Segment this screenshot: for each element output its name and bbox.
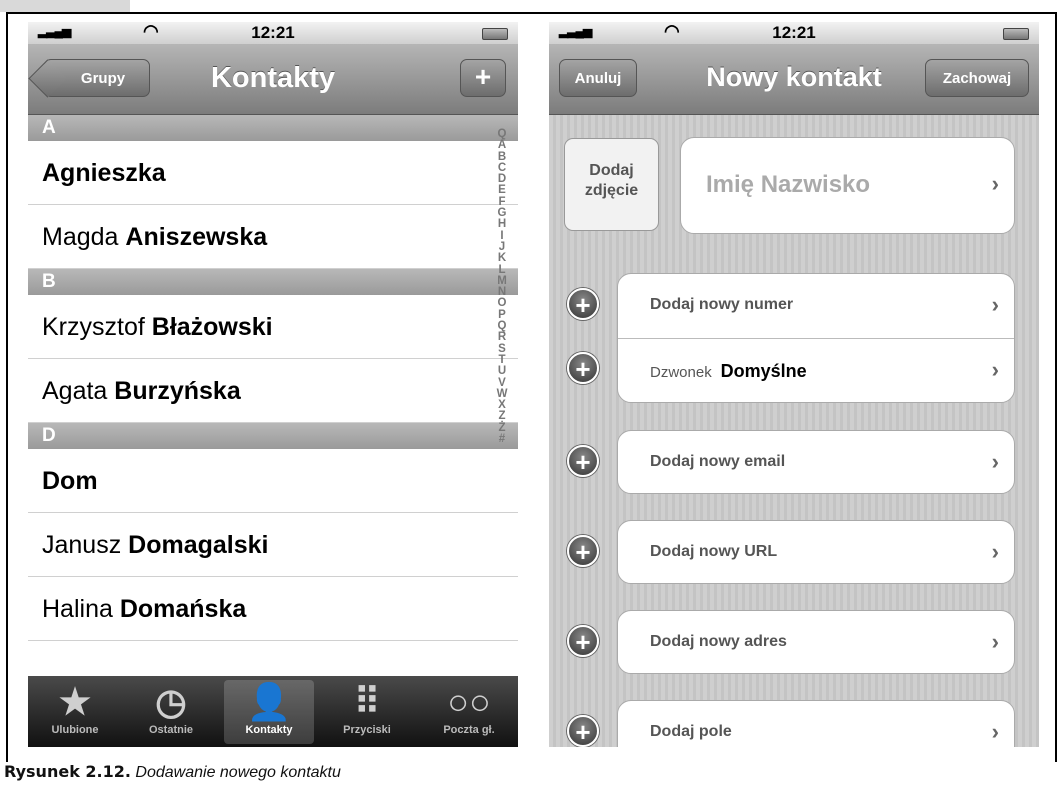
chevron-right-icon: ›: [991, 629, 999, 654]
index-letter[interactable]: K: [494, 252, 510, 264]
contact-row[interactable]: Halina Domańska: [28, 577, 518, 641]
add-url-plus-icon[interactable]: +: [567, 535, 599, 567]
add-email-row[interactable]: Dodaj nowy email ›: [617, 430, 1015, 494]
contact-row[interactable]: Krzysztof Błażowski: [28, 295, 518, 359]
chevron-right-icon: ›: [991, 449, 999, 474]
voicemail-icon: ○○: [447, 681, 491, 722]
chevron-right-icon: ›: [991, 292, 999, 317]
name-field[interactable]: Imię Nazwisko ›: [680, 137, 1015, 234]
tab-bar: ★ Ulubione ◷ Ostatnie 👤 Kontakty ⠿ Przyciski…: [28, 676, 518, 747]
section-header-b: B: [28, 269, 518, 295]
tab-contacts[interactable]: 👤 Kontakty: [224, 680, 314, 744]
add-field-plus-icon[interactable]: +: [567, 715, 599, 747]
clock-icon: ◷: [155, 681, 187, 722]
status-time: 12:21: [251, 23, 295, 42]
add-photo-button[interactable]: Dodaj zdjęcie: [564, 138, 659, 231]
section-header-a: A: [28, 115, 518, 141]
star-icon: ★: [58, 681, 92, 722]
add-phone-row[interactable]: Dodaj nowy numer ›: [618, 274, 1014, 338]
page-title: Kontakty: [210, 62, 336, 94]
name-placeholder: Imię Nazwisko: [706, 171, 871, 198]
section-header-d: D: [28, 423, 518, 449]
tab-voicemail[interactable]: ○○ Poczta gł.: [424, 680, 514, 744]
contacts-list: A Agnieszka Magda Aniszewska B Krzysztof…: [28, 115, 518, 677]
tab-favorites[interactable]: ★ Ulubione: [30, 680, 120, 744]
index-letter[interactable]: A: [494, 139, 510, 151]
nav-bar: Anuluj Nowy kontakt Zachowaj: [549, 44, 1039, 115]
add-contact-button[interactable]: +: [460, 59, 506, 97]
add-phone-plus-icon[interactable]: +: [567, 288, 599, 320]
form-content: Dodaj zdjęcie Imię Nazwisko › + + Dodaj n…: [549, 115, 1039, 747]
add-email-plus-icon[interactable]: +: [567, 445, 599, 477]
status-bar: ▂▃▄▅ ◠ 12:21: [549, 22, 1039, 44]
contact-row[interactable]: Dom: [28, 449, 518, 513]
alphabet-index[interactable]: Q A B C D E F G H I J K L M N O P Q R S T U V W X Z Ż #: [494, 128, 510, 445]
contact-row[interactable]: Agata Burzyńska: [28, 359, 518, 423]
person-icon: 👤: [246, 681, 292, 722]
phone-ringtone-group: Dodaj nowy numer › Dzwonek Domyślne ›: [617, 273, 1015, 403]
ringtone-plus-icon[interactable]: +: [567, 352, 599, 384]
chevron-right-icon: ›: [991, 357, 999, 382]
contact-row[interactable]: Janusz Domagalski: [28, 513, 518, 577]
new-contact-screen: ▂▃▄▅ ◠ 12:21 Anuluj Nowy kontakt Zachowa…: [549, 22, 1039, 747]
battery-icon: [1003, 28, 1029, 40]
status-bar: ▂▃▄▅ ◠ 12:21: [28, 22, 518, 44]
save-button[interactable]: Zachowaj: [925, 59, 1029, 97]
nav-bar: Grupy Kontakty +: [28, 44, 518, 115]
keypad-icon: ⠿: [353, 681, 381, 722]
tab-keypad[interactable]: ⠿ Przyciski: [322, 680, 412, 744]
chevron-right-icon: ›: [991, 171, 999, 196]
contact-row[interactable]: Agnieszka: [28, 141, 518, 205]
add-address-plus-icon[interactable]: +: [567, 625, 599, 657]
contacts-screen: ▂▃▄▅ ◠ 12:21 Grupy Kontakty + A Agnieszk…: [28, 22, 518, 747]
ringtone-row[interactable]: Dzwonek Domyślne ›: [618, 338, 1014, 403]
chevron-right-icon: ›: [991, 539, 999, 564]
tab-recents[interactable]: ◷ Ostatnie: [126, 680, 216, 744]
add-url-row[interactable]: Dodaj nowy URL ›: [617, 520, 1015, 584]
page-tab-marker: [0, 0, 130, 12]
index-letter[interactable]: U: [494, 365, 510, 377]
contact-row[interactable]: Magda Aniszewska: [28, 205, 518, 269]
status-time: 12:21: [772, 23, 816, 42]
index-letter[interactable]: H: [494, 218, 510, 230]
index-letter[interactable]: #: [494, 433, 510, 445]
battery-icon: [482, 28, 508, 40]
chevron-right-icon: ›: [991, 719, 999, 744]
figure-caption: Rysunek 2.12. Dodawanie nowego kontaktu: [4, 762, 341, 781]
add-field-row[interactable]: Dodaj pole ›: [617, 700, 1015, 747]
add-address-row[interactable]: Dodaj nowy adres ›: [617, 610, 1015, 674]
index-letter[interactable]: R: [494, 331, 510, 343]
